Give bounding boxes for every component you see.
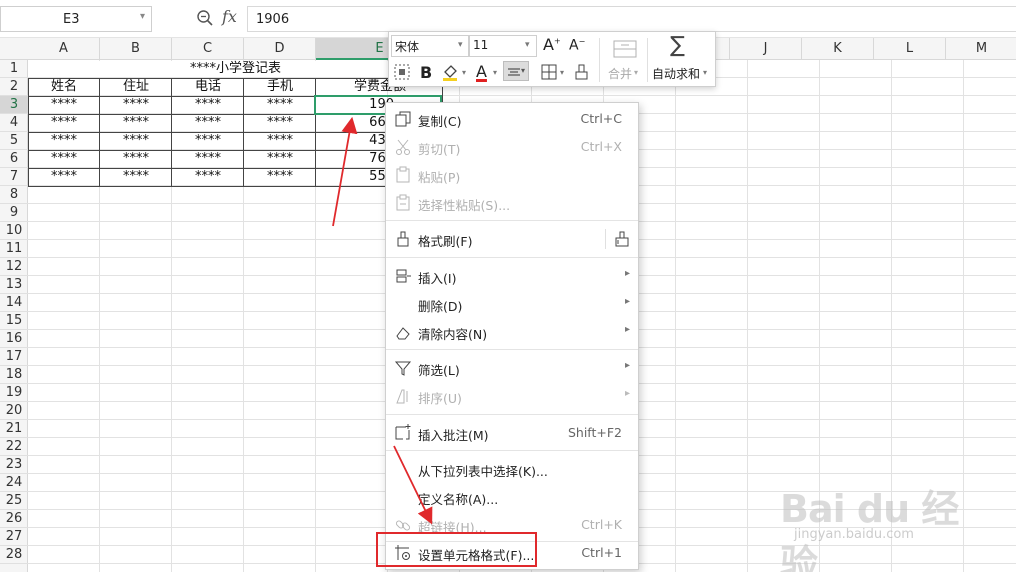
arrow-to-selected-cell [332,116,358,227]
watermark-site: jingyan.baidu.com [794,527,914,542]
arrow-to-format-cells [393,445,433,525]
watermark: Bai du 经验 jingyan.baidu.com [780,478,980,572]
watermark-logo: Bai du 经验 [780,487,959,572]
